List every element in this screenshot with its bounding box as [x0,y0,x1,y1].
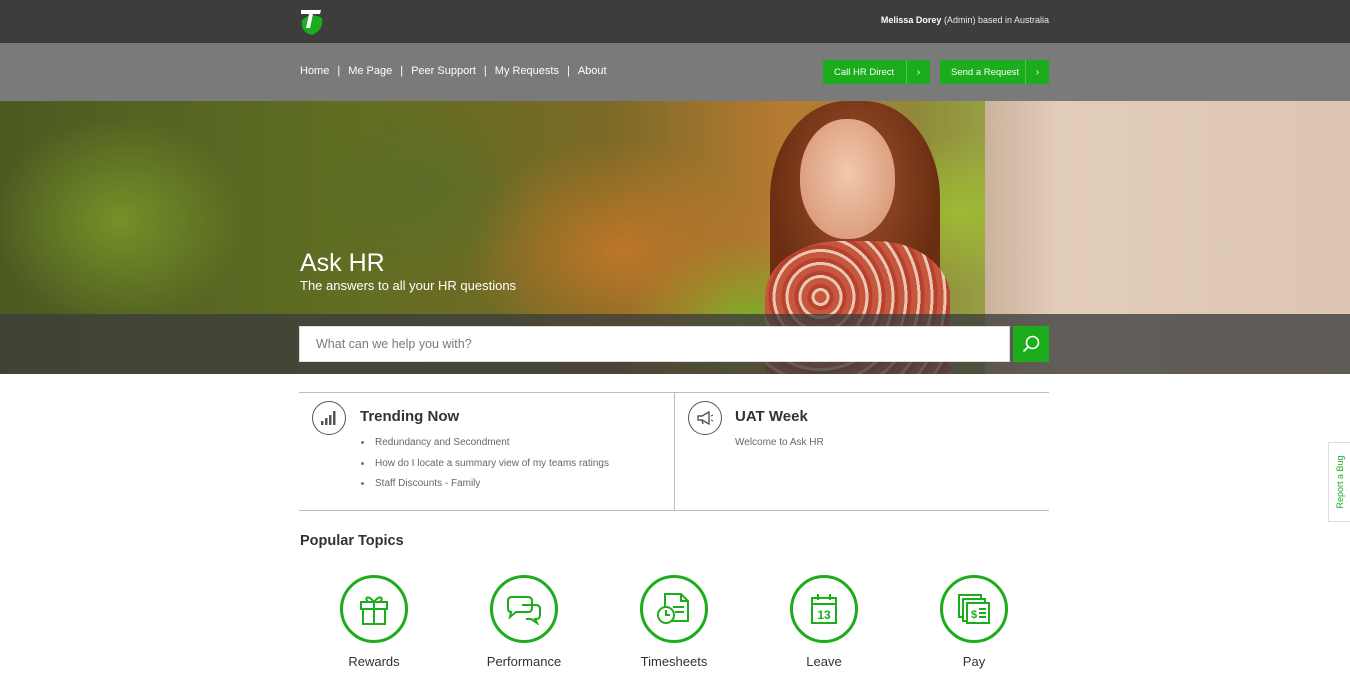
svg-text:13: 13 [817,608,831,622]
search-icon [1022,335,1040,353]
topic-rewards[interactable]: Rewards [314,575,434,669]
nav-me-page[interactable]: Me Page [348,65,392,77]
gift-icon [360,596,388,625]
topic-icon-circle [640,575,708,643]
uat-week-text: Welcome to Ask HR [735,437,824,448]
telstra-logo[interactable] [298,6,324,36]
trending-item[interactable]: How do I locate a summary view of my tea… [361,457,609,478]
call-hr-direct-label: Call HR Direct [834,66,895,78]
bar-chart-icon [312,401,346,435]
search-band [0,314,1350,374]
trending-now-title: Trending Now [360,408,460,425]
calendar-icon: 13 [811,594,837,624]
nav-home[interactable]: Home [300,65,329,77]
topic-leave[interactable]: 13 Leave [764,575,884,669]
chevron-right-icon: › [1025,60,1049,84]
popular-topics-title: Popular Topics [300,533,404,549]
topic-icon-circle: $ [940,575,1008,643]
nav-my-requests[interactable]: My Requests [495,65,559,77]
trending-list: Redundancy and Secondment How do I locat… [361,436,609,498]
nav-bar: Home | Me Page | Peer Support | My Reque… [0,43,1350,101]
topic-timesheets[interactable]: Timesheets [614,575,734,669]
main-nav: Home | Me Page | Peer Support | My Reque… [300,65,607,77]
topic-performance[interactable]: Performance [464,575,584,669]
topic-label: Performance [486,654,562,669]
send-request-button[interactable]: Send a Request › [940,60,1049,84]
hero-subtitle: The answers to all your HR questions [300,278,517,293]
nav-separator: | [483,65,487,77]
trending-item[interactable]: Redundancy and Secondment [361,436,609,457]
topic-label: Pay [962,654,986,669]
panel-divider [674,393,675,511]
topic-icon-circle: 13 [790,575,858,643]
call-hr-direct-button[interactable]: Call HR Direct › [823,60,930,84]
report-bug-label: Report a Bug [1334,455,1345,509]
topic-label: Rewards [348,654,400,669]
info-panels: Trending Now Redundancy and Secondment H… [299,392,1049,511]
hero-banner: Ask HR The answers to all your HR questi… [0,101,1350,374]
uat-week-title: UAT Week [735,408,808,425]
topic-pay[interactable]: $ Pay [914,575,1034,669]
topic-icon-circle [490,575,558,643]
nav-separator: | [566,65,570,77]
hero-photo-face [800,119,895,239]
nav-about[interactable]: About [578,65,607,77]
nav-separator: | [337,65,341,77]
trending-item[interactable]: Staff Discounts - Family [361,477,609,498]
report-bug-tab[interactable]: Report a Bug [1328,442,1350,522]
chat-bubbles-icon [507,596,541,625]
search-button[interactable] [1013,326,1049,362]
nav-peer-support[interactable]: Peer Support [411,65,476,77]
top-bar: Melissa Dorey (Admin) based in Australia [0,0,1350,43]
user-name: Melissa Dorey [880,15,942,25]
user-info: Melissa Dorey (Admin) based in Australia [881,15,1049,25]
timesheet-clock-icon [657,593,689,624]
topic-icon-circle [340,575,408,643]
chevron-right-icon: › [906,60,930,84]
hero-title: Ask HR [300,249,385,277]
svg-text:$: $ [971,609,977,621]
payslip-icon: $ [958,594,990,624]
megaphone-icon [688,401,722,435]
nav-separator: | [400,65,404,77]
topic-label: Timesheets [640,654,708,669]
search-input[interactable] [299,326,1010,362]
topic-label: Leave [806,654,842,669]
user-role-location: (Admin) based in Australia [943,15,1049,25]
send-request-label: Send a Request [951,66,1020,78]
